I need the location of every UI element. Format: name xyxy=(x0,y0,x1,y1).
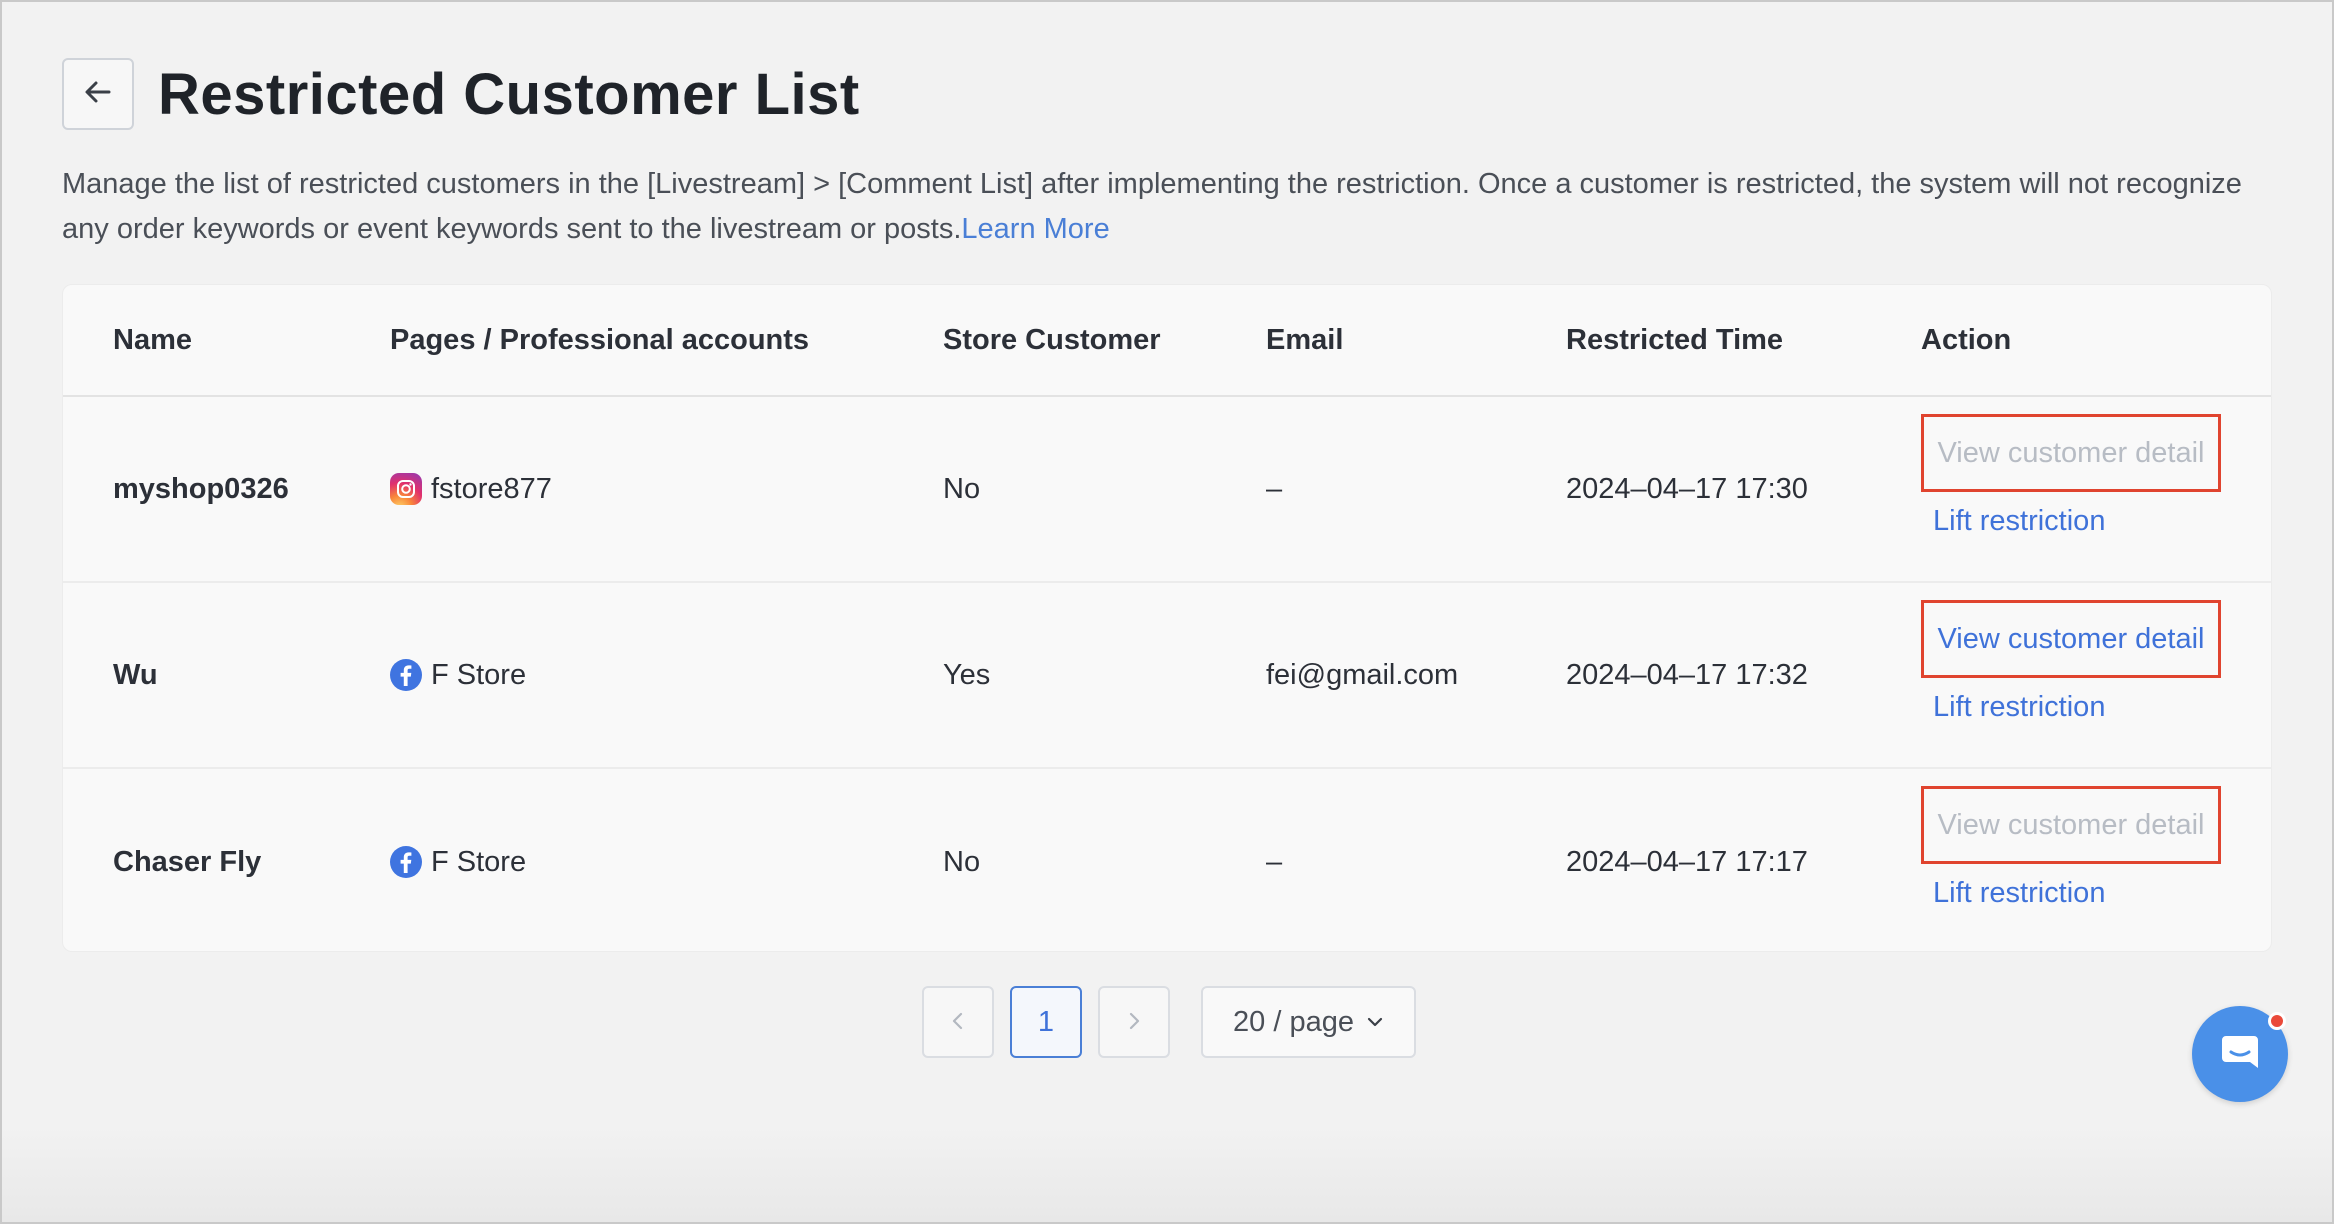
restricted-time-value: 2024–04–17 17:30 xyxy=(1566,472,1808,505)
page-account-cell: F Store xyxy=(390,659,526,692)
view-customer-detail-link[interactable]: View customer detail xyxy=(1921,786,2221,864)
arrow-left-icon xyxy=(83,77,113,112)
next-page-button[interactable] xyxy=(1098,986,1170,1058)
page-header: Restricted Customer List xyxy=(62,58,860,130)
app-frame: Restricted Customer List Manage the list… xyxy=(0,0,2334,1224)
table-row: myshop0326 fstore877 No – 2024–04–17 17:… xyxy=(63,397,2271,583)
view-customer-detail-link[interactable]: View customer detail xyxy=(1921,414,2221,492)
restricted-time-value: 2024–04–17 17:32 xyxy=(1566,658,1808,691)
page-size-select[interactable]: 20 / page xyxy=(1201,986,1416,1058)
facebook-icon xyxy=(390,846,422,878)
column-header-email: Email xyxy=(1266,323,1344,356)
page-description: Manage the list of restricted customers … xyxy=(62,162,2262,252)
column-header-store-customer: Store Customer xyxy=(943,323,1161,356)
customer-name: Chaser Fly xyxy=(113,845,262,878)
notification-dot xyxy=(2268,1012,2286,1030)
customer-name: Wu xyxy=(113,658,158,691)
customer-name: myshop0326 xyxy=(113,472,289,505)
email-value: – xyxy=(1266,472,1283,505)
page-account-name: F Store xyxy=(431,658,527,691)
chevron-right-icon xyxy=(1124,1006,1144,1039)
page-account-cell: F Store xyxy=(390,846,526,879)
table-header: Name Pages / Professional accounts Store… xyxy=(63,285,2271,397)
column-header-pages: Pages / Professional accounts xyxy=(390,323,810,356)
view-customer-detail-link[interactable]: View customer detail xyxy=(1921,600,2221,678)
lift-restriction-link[interactable]: Lift restriction xyxy=(1933,857,2105,929)
page-account-cell: fstore877 xyxy=(390,473,552,506)
chevron-down-icon xyxy=(1366,1013,1384,1031)
facebook-icon xyxy=(390,659,422,691)
lift-restriction-link[interactable]: Lift restriction xyxy=(1933,671,2105,743)
learn-more-link[interactable]: Learn More xyxy=(961,213,1109,245)
store-customer-value: No xyxy=(943,472,981,505)
page-account-name: fstore877 xyxy=(431,472,552,505)
column-header-restricted-time: Restricted Time xyxy=(1566,323,1784,356)
back-button[interactable] xyxy=(62,58,134,130)
pagination: 1 20 / page xyxy=(922,986,1416,1058)
store-customer-value: Yes xyxy=(943,658,991,691)
description-text: Manage the list of restricted customers … xyxy=(62,168,2242,245)
email-value: – xyxy=(1266,845,1283,878)
page-number-button[interactable]: 1 xyxy=(1010,986,1082,1058)
restricted-time-value: 2024–04–17 17:17 xyxy=(1566,845,1808,878)
table-row: Chaser Fly F Store No – 2024–04–17 17:17… xyxy=(63,769,2271,951)
restricted-customer-table: Name Pages / Professional accounts Store… xyxy=(62,284,2272,952)
page-size-value: 20 / page xyxy=(1233,1005,1354,1038)
instagram-icon xyxy=(390,473,422,505)
column-header-action: Action xyxy=(1921,323,2012,356)
chat-launcher-button[interactable] xyxy=(2192,1006,2288,1102)
lift-restriction-link[interactable]: Lift restriction xyxy=(1933,485,2105,557)
chat-bubble-icon xyxy=(2216,1028,2264,1081)
previous-page-button[interactable] xyxy=(922,986,994,1058)
chevron-left-icon xyxy=(948,1006,968,1039)
store-customer-value: No xyxy=(943,845,981,878)
email-value: fei@gmail.com xyxy=(1266,658,1459,691)
page-title: Restricted Customer List xyxy=(158,61,860,127)
column-header-name: Name xyxy=(113,323,192,356)
page-account-name: F Store xyxy=(431,845,527,878)
table-row: Wu F Store Yes fei@gmail.com 2024–04–17 … xyxy=(63,583,2271,769)
